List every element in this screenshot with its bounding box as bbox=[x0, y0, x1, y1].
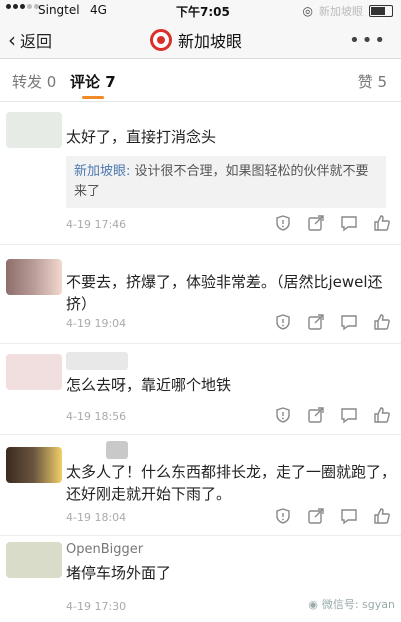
share-icon[interactable] bbox=[307, 507, 325, 525]
reply-box[interactable]: 新加坡眼: 设计很不合理，如果图轻松的伙伴就不要来了 bbox=[66, 156, 386, 208]
avatar[interactable] bbox=[6, 259, 62, 295]
comment-item: 太好了，直接打消念头 新加坡眼: 设计很不合理，如果图轻松的伙伴就不要来了 4-… bbox=[0, 102, 401, 245]
status-right-text: 新加坡眼 bbox=[319, 5, 363, 18]
comment-text: 堵停车场外面了 bbox=[66, 564, 172, 582]
comment-text: 不要去，挤爆了，体验非常差。（居然比jewel还挤） bbox=[66, 273, 383, 313]
comment-time: 4-19 17:30 bbox=[66, 600, 127, 613]
comment-text: 怎么去呀，靠近哪个地铁 bbox=[66, 376, 232, 394]
comment-time: 4-19 18:56 bbox=[66, 410, 127, 423]
signal-icon bbox=[6, 4, 39, 9]
clock: 下午7:05 bbox=[176, 5, 230, 19]
alarm-icon: ◎ bbox=[302, 4, 313, 18]
report-icon[interactable] bbox=[274, 214, 292, 232]
back-button[interactable]: ‹ 返回 bbox=[8, 28, 52, 52]
comment-icon[interactable] bbox=[340, 313, 358, 331]
like-icon[interactable] bbox=[373, 214, 391, 232]
battery-icon bbox=[369, 5, 393, 17]
comment-icon[interactable] bbox=[340, 214, 358, 232]
blurred-username bbox=[106, 441, 128, 459]
avatar[interactable] bbox=[6, 354, 62, 390]
share-icon[interactable] bbox=[307, 406, 325, 424]
comment-icon[interactable] bbox=[340, 507, 358, 525]
status-bar: Singtel 4G 下午7:05 ◎ 新加坡眼 bbox=[0, 0, 401, 22]
comment-time: 4-19 17:46 bbox=[66, 218, 127, 231]
report-icon[interactable] bbox=[274, 406, 292, 424]
chevron-left-icon: ‹ bbox=[8, 28, 16, 52]
title-text: 新加坡眼 bbox=[178, 32, 243, 51]
comment-item: 怎么去呀，靠近哪个地铁 4-19 18:56 bbox=[0, 344, 401, 435]
blurred-username bbox=[66, 352, 128, 370]
tab-likes[interactable]: 赞 5 bbox=[358, 71, 387, 92]
like-icon[interactable] bbox=[373, 507, 391, 525]
comment-item: 不要去，挤爆了，体验非常差。（居然比jewel还挤） 4-19 19:04 bbox=[0, 245, 401, 344]
like-icon[interactable] bbox=[373, 313, 391, 331]
network-label: 4G bbox=[90, 3, 107, 17]
weibo-logo-icon bbox=[150, 29, 172, 51]
comment-text: 太多人了！什么东西都排长龙，走了一圈就跑了，还好刚走就开始下雨了。 bbox=[66, 463, 397, 503]
page-title: 新加坡眼 bbox=[150, 28, 242, 52]
share-icon[interactable] bbox=[307, 313, 325, 331]
comment-username[interactable]: OpenBigger bbox=[66, 542, 143, 557]
tab-repost[interactable]: 转发 0 bbox=[12, 71, 56, 92]
carrier-label: Singtel bbox=[38, 3, 80, 17]
comment-list: 太好了，直接打消念头 新加坡眼: 设计很不合理，如果图轻松的伙伴就不要来了 4-… bbox=[0, 102, 401, 622]
more-icon[interactable]: ••• bbox=[349, 30, 387, 51]
comment-icon[interactable] bbox=[340, 406, 358, 424]
comment-time: 4-19 18:04 bbox=[66, 511, 127, 524]
back-label: 返回 bbox=[20, 32, 53, 51]
like-icon[interactable] bbox=[373, 406, 391, 424]
avatar[interactable] bbox=[6, 542, 62, 578]
nav-bar: ‹ 返回 新加坡眼 ••• bbox=[0, 22, 401, 59]
share-icon[interactable] bbox=[307, 214, 325, 232]
report-icon[interactable] bbox=[274, 507, 292, 525]
wechat-icon: ◉ bbox=[308, 597, 318, 611]
comment-item: 太多人了！什么东西都排长龙，走了一圈就跑了，还好刚走就开始下雨了。 4-19 1… bbox=[0, 435, 401, 536]
reply-author[interactable]: 新加坡眼: bbox=[74, 164, 130, 179]
watermark-text: 微信号: sgyan bbox=[321, 598, 395, 611]
comment-time: 4-19 19:04 bbox=[66, 317, 127, 330]
tab-underline bbox=[82, 96, 104, 99]
tab-bar: 转发 0 评论 7 赞 5 bbox=[0, 59, 401, 102]
tab-comments[interactable]: 评论 7 bbox=[70, 71, 116, 92]
avatar[interactable] bbox=[6, 112, 62, 148]
avatar[interactable] bbox=[6, 447, 62, 483]
report-icon[interactable] bbox=[274, 313, 292, 331]
comment-text: 太好了，直接打消念头 bbox=[66, 128, 217, 146]
watermark: ◉ 微信号: sgyan bbox=[308, 596, 395, 612]
